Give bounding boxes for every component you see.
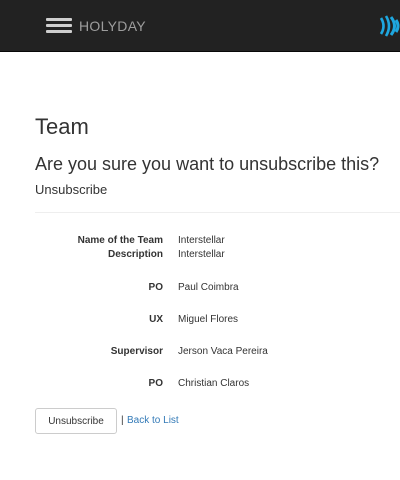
section-title: Unsubscribe <box>35 182 108 197</box>
detail-value: Interstellar <box>178 235 225 246</box>
detail-value: Jerson Vaca Pereira <box>178 346 268 357</box>
detail-value: Paul Coimbra <box>178 282 239 293</box>
back-to-list-link[interactable]: Back to List <box>127 415 179 427</box>
page-title: Team <box>35 114 89 139</box>
detail-value: Miguel Flores <box>178 314 239 325</box>
top-navbar: HOLYDAY <box>0 0 400 52</box>
detail-label: Name of the Team <box>77 235 163 246</box>
hamburger-menu-icon[interactable] <box>46 18 72 34</box>
detail-label: PO <box>148 282 163 293</box>
brand-logo-icon <box>379 15 400 37</box>
confirmation-question: Are you sure you want to unsubscribe thi… <box>35 154 380 174</box>
detail-value: Interstellar <box>178 249 225 260</box>
detail-label: UX <box>149 314 163 325</box>
detail-label: Description <box>107 249 163 260</box>
unsubscribe-button[interactable]: Unsubscribe <box>35 408 117 434</box>
divider <box>35 212 400 213</box>
detail-label: Supervisor <box>110 346 163 357</box>
detail-label: PO <box>148 378 163 389</box>
link-separator: | <box>121 415 124 426</box>
detail-value: Christian Claros <box>178 378 250 389</box>
brand-name[interactable]: HOLYDAY <box>79 17 146 35</box>
